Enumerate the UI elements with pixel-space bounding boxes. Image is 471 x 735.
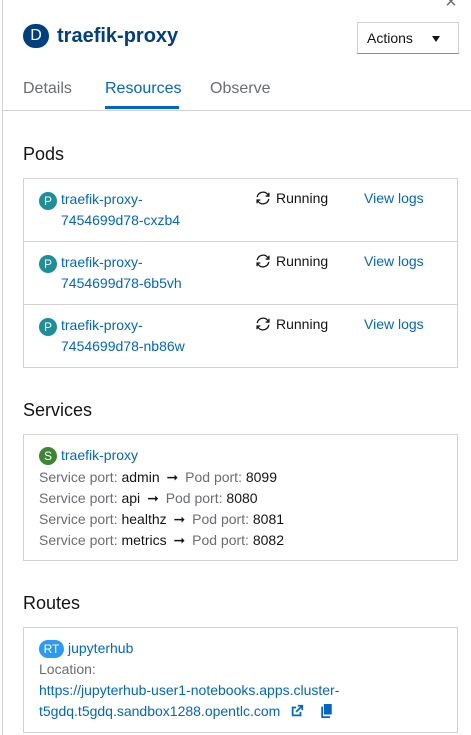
service-port-label: Service port: — [39, 469, 118, 485]
pod-name-line2: 7454699d78-nb86w — [61, 338, 185, 354]
pod-port-label: Pod port: — [192, 511, 249, 527]
pod-port-value: 8082 — [252, 532, 284, 548]
routes-heading: Routes — [23, 593, 81, 613]
sync-icon — [256, 317, 270, 331]
pod-status-label: Running — [276, 316, 329, 332]
resource-title: D traefik-proxy — [23, 24, 178, 48]
service-port-value: healthz — [121, 511, 167, 527]
service-port-row: Service port: metrics ➞ Pod port: 8082 — [39, 532, 284, 549]
pod-status-label: Running — [276, 190, 329, 206]
route-badge: RT — [39, 640, 64, 658]
view-logs-link[interactable]: View logs — [364, 253, 424, 269]
pod-row: P traefik-proxy- 7454699d78-nb86w Runnin… — [24, 305, 457, 368]
pod-status: Running — [256, 253, 328, 269]
service-port-row: Service port: api ➞ Pod port: 8080 — [39, 490, 258, 507]
service-badge: S — [39, 447, 57, 465]
routes-card: RT jupyterhub Location: https://jupyterh… — [23, 627, 458, 733]
sync-icon — [256, 191, 270, 205]
pod-status-label: Running — [276, 253, 329, 269]
pod-badge: P — [39, 192, 57, 210]
pod-link[interactable]: traefik-proxy- 7454699d78-cxzb4 — [61, 189, 221, 231]
tab-observe[interactable]: Observe — [210, 80, 270, 98]
pod-name-line1: traefik-proxy- — [61, 317, 143, 333]
service-port-label: Service port: — [39, 490, 118, 506]
external-link-icon[interactable] — [290, 704, 304, 718]
service-port-value: metrics — [121, 532, 167, 548]
side-panel: × D traefik-proxy Actions Details Resour… — [2, 0, 471, 735]
route-url-line2[interactable]: t5gdq.t5gdq.sandbox1288.opentlc.com — [39, 703, 280, 719]
pod-link[interactable]: traefik-proxy- 7454699d78-nb86w — [61, 315, 221, 357]
pod-row: P traefik-proxy- 7454699d78-6b5vh Runnin… — [24, 242, 457, 305]
tab-bar: Details Resources Observe — [3, 70, 471, 111]
active-tab-indicator — [105, 106, 179, 109]
tab-resources[interactable]: Resources — [105, 80, 181, 98]
route-url-line1[interactable]: https://jupyterhub-user1-notebooks.apps.… — [39, 682, 339, 698]
location-label: Location: — [39, 661, 96, 677]
pod-status: Running — [256, 190, 328, 206]
pod-row: P traefik-proxy- 7454699d78-cxzb4 Runnin… — [24, 179, 457, 242]
pod-name-line1: traefik-proxy- — [61, 191, 143, 207]
route-url-row: t5gdq.t5gdq.sandbox1288.opentlc.com — [39, 703, 333, 719]
services-card: S traefik-proxy Service port: admin ➞ Po… — [23, 434, 458, 561]
view-logs-link[interactable]: View logs — [364, 316, 424, 332]
pod-badge: P — [39, 255, 57, 273]
pods-heading: Pods — [23, 144, 65, 164]
service-port-label: Service port: — [39, 511, 118, 527]
pod-name-line1: traefik-proxy- — [61, 254, 143, 270]
service-link[interactable]: traefik-proxy — [61, 447, 138, 463]
pod-port-label: Pod port: — [165, 490, 223, 506]
copy-icon[interactable] — [320, 704, 333, 718]
pod-port-label: Pod port: — [185, 469, 242, 485]
tab-details[interactable]: Details — [23, 80, 72, 98]
page-title: traefik-proxy — [57, 24, 179, 47]
services-heading: Services — [23, 400, 93, 420]
route-link[interactable]: jupyterhub — [68, 640, 133, 656]
caret-down-icon — [432, 36, 440, 42]
pods-list: P traefik-proxy- 7454699d78-cxzb4 Runnin… — [23, 178, 458, 368]
pod-badge: P — [39, 318, 57, 336]
actions-dropdown[interactable]: Actions — [357, 22, 459, 54]
service-port-row: Service port: admin ➞ Pod port: 8099 — [39, 469, 277, 486]
long-arrow-right-icon: ➞ — [147, 490, 159, 506]
pod-name-line2: 7454699d78-cxzb4 — [61, 212, 181, 228]
sync-icon — [256, 254, 270, 268]
deployment-badge: D — [23, 24, 49, 48]
pod-port-value: 8080 — [226, 490, 258, 506]
pod-link[interactable]: traefik-proxy- 7454699d78-6b5vh — [61, 252, 221, 294]
long-arrow-right-icon: ➞ — [173, 511, 186, 527]
pod-port-value: 8099 — [245, 469, 278, 485]
service-port-label: Service port: — [39, 532, 118, 548]
pod-name-line2: 7454699d78-6b5vh — [61, 275, 182, 291]
pod-status: Running — [256, 316, 328, 332]
view-logs-link[interactable]: View logs — [364, 190, 424, 206]
pod-port-label: Pod port: — [192, 532, 249, 548]
service-port-value: api — [121, 490, 141, 506]
close-button[interactable]: × — [441, 0, 461, 12]
service-port-row: Service port: healthz ➞ Pod port: 8081 — [39, 511, 284, 528]
long-arrow-right-icon: ➞ — [173, 532, 186, 548]
actions-label: Actions — [367, 30, 413, 46]
pod-port-value: 8081 — [252, 511, 285, 527]
long-arrow-right-icon: ➞ — [166, 469, 179, 485]
service-port-value: admin — [121, 469, 160, 485]
